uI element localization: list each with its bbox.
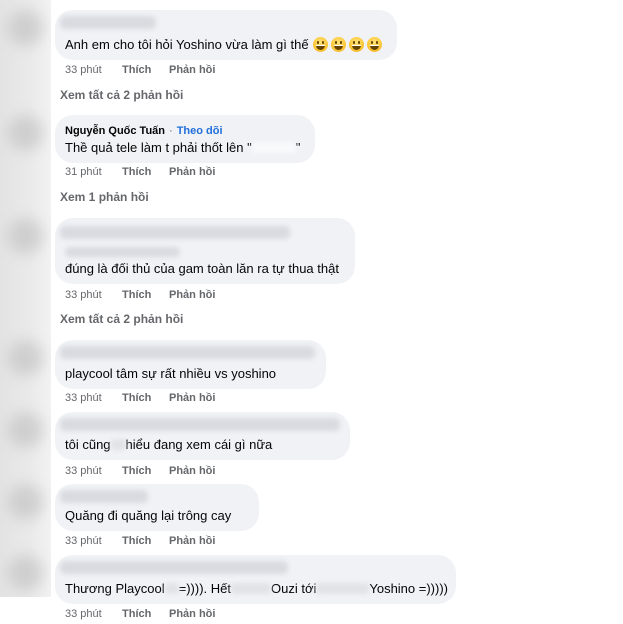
comment-bubble: tôi cũng hiểu đang xem cái gì nữa: [55, 412, 350, 460]
comment-text: đúng là đối thủ của gam toàn lăn ra tự t…: [65, 260, 339, 278]
grinning-face-icon: [348, 37, 364, 52]
comment-bubble: Thương Playcool =)))). Hết Ouzi tới Yoshino…: [55, 555, 456, 604]
comment-bubble: Anh em cho tôi hỏi Yoshino vừa làm gì th…: [55, 10, 397, 60]
reply-button[interactable]: Phản hồi: [169, 165, 215, 179]
comment-text-content: playcool tâm sự rất nhiều vs yoshino: [65, 366, 277, 381]
comment-timestamp[interactable]: 33 phút: [65, 63, 102, 77]
grinning-face-icon: [312, 37, 328, 52]
redacted-text: [110, 439, 126, 450]
view-replies-link[interactable]: Xem tất cả 2 phản hồi: [60, 311, 183, 327]
comment-text-part: Ouzi tới: [270, 581, 317, 596]
view-replies-link[interactable]: Xem 1 phản hồi: [60, 189, 149, 205]
grinning-face-icon: [366, 37, 382, 52]
comment-text: Quăng đi quăng lại trông cay: [65, 507, 231, 525]
separator-dot: ·: [169, 125, 173, 137]
redacted-text: [251, 142, 296, 153]
comment-actions: 33 phút Thích Phản hồi: [65, 63, 265, 77]
comment-author[interactable]: Nguyễn Quốc Tuấn: [65, 125, 165, 137]
reply-button[interactable]: Phản hồi: [169, 534, 215, 548]
avatar-column: [0, 0, 51, 597]
avatar[interactable]: [7, 218, 43, 254]
comment-timestamp[interactable]: 33 phút: [65, 464, 102, 478]
comment-author-line: Nguyễn Quốc Tuấn · Theo dõi: [65, 123, 223, 139]
avatar[interactable]: [7, 340, 43, 376]
comment-actions: 33 phút Thích Phản hồi: [65, 288, 265, 302]
like-button[interactable]: Thích: [122, 464, 151, 478]
comment-text-content: Quăng đi quăng lại trông cay: [65, 508, 232, 523]
comment-timestamp[interactable]: 33 phút: [65, 534, 102, 548]
comment-text: tôi cũng hiểu đang xem cái gì nữa: [65, 436, 272, 454]
comment-text: playcool tâm sự rất nhiều vs yoshino: [65, 365, 276, 383]
comment-text-part: ": [295, 140, 301, 155]
comment-actions: 33 phút Thích Phản hồi: [65, 534, 265, 548]
comment-timestamp[interactable]: 33 phút: [65, 288, 102, 302]
redacted-text: [316, 583, 370, 594]
comment-text-part: =)))). Hết: [178, 581, 231, 596]
reply-button[interactable]: Phản hồi: [169, 63, 215, 77]
like-button[interactable]: Thích: [122, 534, 151, 548]
comment-text-content: đúng là đối thủ của gam toàn lăn ra tự t…: [65, 261, 339, 276]
redacted-text: [230, 583, 271, 594]
redacted-author-name: [60, 418, 340, 431]
comment-bubble: Nguyễn Quốc Tuấn · Theo dõi Thề quả tele l…: [55, 115, 315, 163]
reply-button[interactable]: Phản hồi: [169, 607, 215, 621]
comment-text-content: Anh em cho tôi hỏi Yoshino vừa làm gì th…: [65, 37, 309, 52]
like-button[interactable]: Thích: [122, 63, 151, 77]
avatar[interactable]: [7, 555, 43, 591]
redacted-text: [65, 247, 180, 257]
redacted-author-name: [60, 16, 156, 29]
redacted-author-name: [60, 490, 148, 503]
view-replies-link[interactable]: Xem tất cả 2 phản hồi: [60, 87, 183, 103]
redacted-author-name: [60, 226, 290, 239]
redacted-author-name: [60, 561, 288, 574]
comments-panel: Anh em cho tôi hỏi Yoshino vừa làm gì th…: [0, 0, 623, 624]
comment-text: Thương Playcool =)))). Hết Ouzi tới Yoshino…: [65, 580, 448, 598]
like-button[interactable]: Thích: [122, 288, 151, 302]
comment-bubble: đúng là đối thủ của gam toàn lăn ra tự t…: [55, 218, 355, 284]
like-button[interactable]: Thích: [122, 165, 151, 179]
comment-text-part: Thương Playcool: [65, 581, 165, 596]
comment-actions: 31 phút Thích Phản hồi: [65, 165, 265, 179]
comment-bubble: playcool tâm sự rất nhiều vs yoshino: [55, 340, 326, 389]
comment-text-part: hiểu đang xem cái gì nữa: [125, 437, 273, 452]
reply-button[interactable]: Phản hồi: [169, 391, 215, 405]
comment-text-part: Thề quả tele làm t phải thốt lên ": [65, 140, 252, 155]
comment-actions: 33 phút Thích Phản hồi: [65, 464, 265, 478]
reply-button[interactable]: Phản hồi: [169, 288, 215, 302]
like-button[interactable]: Thích: [122, 391, 151, 405]
comment-text-part: tôi cũng: [65, 437, 111, 452]
comment-timestamp[interactable]: 33 phút: [65, 391, 102, 405]
comment-actions: 33 phút Thích Phản hồi: [65, 391, 265, 405]
avatar[interactable]: [7, 115, 43, 151]
comment-timestamp[interactable]: 31 phút: [65, 165, 102, 179]
reply-button[interactable]: Phản hồi: [169, 464, 215, 478]
like-button[interactable]: Thích: [122, 607, 151, 621]
avatar[interactable]: [7, 10, 43, 46]
comment-text: Thề quả tele làm t phải thốt lên " ": [65, 139, 300, 157]
grinning-face-icon: [330, 37, 346, 52]
avatar[interactable]: [7, 484, 43, 520]
comment-text-part: Yoshino =))))): [369, 581, 448, 596]
comment-timestamp[interactable]: 33 phút: [65, 607, 102, 621]
comment-bubble: Quăng đi quăng lại trông cay: [55, 484, 259, 531]
redacted-text: [164, 583, 179, 594]
follow-button[interactable]: Theo dõi: [177, 125, 223, 137]
avatar[interactable]: [7, 412, 43, 448]
comment-actions: 33 phút Thích Phản hồi: [65, 607, 265, 621]
redacted-author-name: [60, 346, 315, 359]
comment-text: Anh em cho tôi hỏi Yoshino vừa làm gì th…: [65, 36, 382, 54]
